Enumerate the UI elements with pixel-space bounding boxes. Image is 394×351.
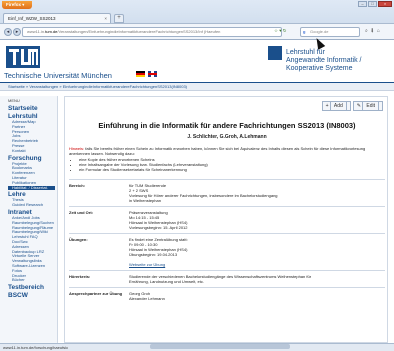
menu-label: MENU xyxy=(8,98,20,103)
page-title: Einführung in die Informatik für andere … xyxy=(98,121,356,130)
search-input[interactable]: g Google.de xyxy=(300,27,360,37)
url-bar[interactable]: www11.in.tum.de/Veranstaltungen/Einfuehr… xyxy=(22,27,282,37)
hint-text: Hinweis: falls Sie bereits früher einen … xyxy=(69,146,366,156)
close-icon[interactable]: × xyxy=(378,1,392,7)
info-table: Bereich: für TUM Studierende 2 + 2 SWS Vorl… xyxy=(69,179,385,304)
authors: J. Schlichter, G.Groh, A.Lehmann xyxy=(187,134,267,140)
language-switch xyxy=(136,71,157,77)
table-row: Hörerkreis: Studierende der verschiedenen… xyxy=(69,270,385,287)
table-row: Ansprechpartner zur Übung Georg Groh Alexa… xyxy=(69,287,385,304)
list-item: ein Formular des Studiensekretariats für… xyxy=(79,167,379,172)
edit-toolbar: + Add ✎ Edit xyxy=(321,101,383,111)
tab-title: Einf_Inf_WZW_SS2013 xyxy=(8,16,56,21)
sidebar-section-startseite[interactable]: Startseite xyxy=(8,105,57,112)
sidebar-section-bscw[interactable]: BSCW xyxy=(8,292,57,299)
row-value: Präsenzveranstaltung Mo 14:15 - 15:45 Hörs… xyxy=(129,210,188,230)
google-icon: g xyxy=(303,29,306,34)
row-value: Georg Groh Alexander Lehmann xyxy=(129,291,165,301)
navigation-bar: ◂ ▸ www11.in.tum.de/Veranstaltungen/Einf… xyxy=(0,23,394,39)
web-page: Technische Universität München Lehrstuhl… xyxy=(0,40,394,343)
horizontal-scrollbar[interactable] xyxy=(150,344,290,349)
breadcrumb[interactable]: Startseite » Veranstaltungen » Einfuehru… xyxy=(0,82,394,91)
row-value: Es findet eine Zentralübung statt: Fr 09:… xyxy=(129,237,385,267)
maximize-icon[interactable]: □ xyxy=(368,1,377,7)
row-value: für TUM Studierende 2 + 2 SWS Vorlesung fü… xyxy=(129,183,278,203)
tum-logo[interactable] xyxy=(6,46,40,68)
chair-name[interactable]: Lehrstuhl für Angewandte Informatik / Ko… xyxy=(286,49,362,73)
row-value: Studierende der verschiedenen Bachelorst… xyxy=(129,274,312,284)
browser-chrome: Firefox ▾ – □ × Einf_Inf_WZW_SS2013 × + … xyxy=(0,0,394,40)
minimize-icon[interactable]: – xyxy=(358,1,367,7)
table-row: Übungen: Es findet eine Zentralübung stat… xyxy=(69,233,385,270)
new-tab-button[interactable]: + xyxy=(114,14,124,23)
german-flag-icon[interactable] xyxy=(136,71,145,77)
table-row: Bereich: für TUM Studierende 2 + 2 SWS Vorl… xyxy=(69,179,385,206)
browser-tab[interactable]: Einf_Inf_WZW_SS2013 × xyxy=(3,13,111,23)
tab-close-icon[interactable]: × xyxy=(104,16,107,21)
exercise-website-link[interactable]: Webseite zur Übung xyxy=(129,262,385,267)
firefox-menu-button[interactable]: Firefox ▾ xyxy=(2,1,32,9)
table-row: Zeit und Ort: Präsenzveranstaltung Mo 14:1… xyxy=(69,206,385,233)
sidebar-item[interactable]: Kontakt xyxy=(8,148,57,154)
row-label: Übungen: xyxy=(69,237,88,242)
row-label: Ansprechpartner zur Übung xyxy=(69,291,123,296)
reload-icon[interactable]: ☆ ▾ ↻ xyxy=(274,28,287,34)
english-flag-icon[interactable] xyxy=(148,71,157,77)
sidebar-list: Startseite Lehrstuhl Adresse/Map Partner Per… xyxy=(8,105,57,299)
sidebar-section-testbereich[interactable]: Testbereich xyxy=(8,284,57,291)
sidebar-item[interactable]: Guided Research xyxy=(8,202,57,208)
sidebar-item[interactable]: Habilitat. / Dissertat. xyxy=(8,185,55,191)
site-header: Technische Universität München Lehrstuhl… xyxy=(0,40,394,84)
sidebar: MENU Startseite Lehrstuhl Adresse/Map Partn… xyxy=(0,96,58,343)
requirements-list: eine Kopie des früher erworbenen Scheins… xyxy=(79,157,379,172)
chair-logo[interactable] xyxy=(268,46,282,60)
back-icon[interactable]: ◂ xyxy=(4,28,12,36)
edit-button[interactable]: ✎ Edit xyxy=(352,101,383,111)
sidebar-item[interactable]: Bücher xyxy=(8,278,57,283)
window-controls: – □ × xyxy=(358,1,392,7)
forward-icon[interactable]: ▸ xyxy=(13,28,21,36)
university-name[interactable]: Technische Universität München xyxy=(4,71,112,80)
row-label: Bereich: xyxy=(69,183,86,188)
row-label: Hörerkreis: xyxy=(69,274,91,279)
main-content: + Add ✎ Edit Einführung in die Informati… xyxy=(64,96,388,343)
row-label: Zeit und Ort: xyxy=(69,210,93,215)
add-button[interactable]: + Add xyxy=(321,101,351,111)
toolbar-icons[interactable]: ⌕⬇⌂ xyxy=(365,28,383,34)
